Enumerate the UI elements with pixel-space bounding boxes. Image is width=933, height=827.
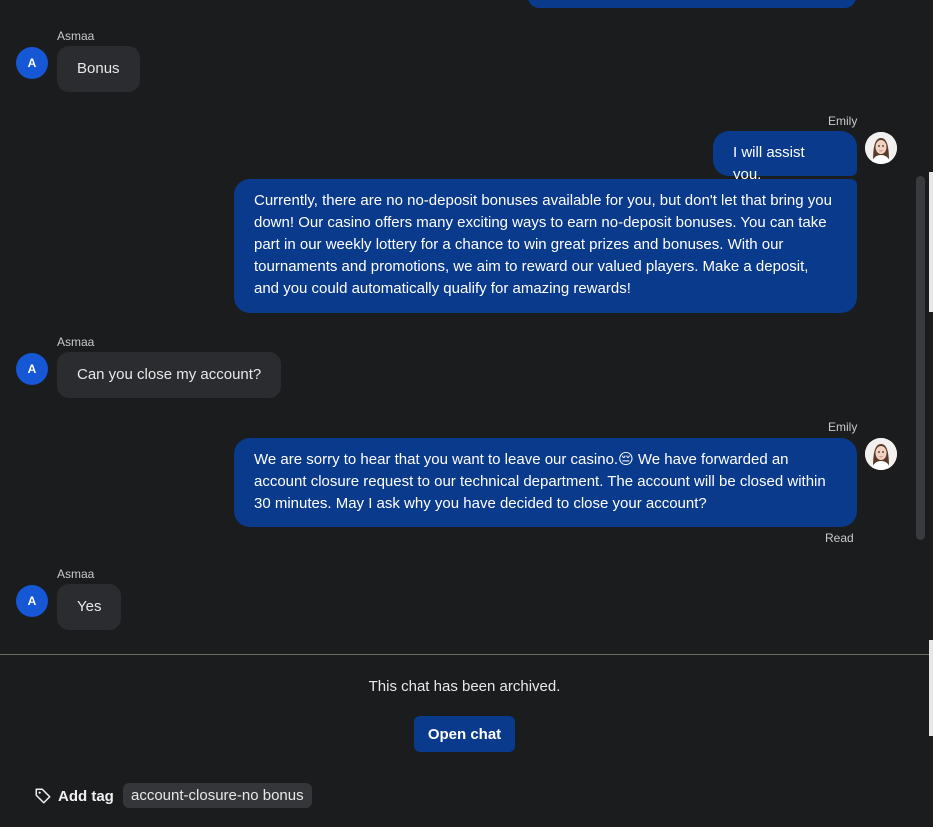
tag-icon bbox=[34, 787, 52, 805]
agent-message: We are sorry to hear that you want to le… bbox=[234, 438, 857, 527]
avatar: A bbox=[16, 47, 48, 79]
open-chat-button[interactable]: Open chat bbox=[414, 716, 515, 752]
sender-name: Asmaa bbox=[57, 567, 95, 581]
agent-photo-icon bbox=[865, 438, 897, 470]
agent-avatar bbox=[865, 438, 897, 470]
visitor-message: Bonus bbox=[57, 46, 140, 92]
chat-transcript: Asmaa A Bonus Emily I will assist you. C… bbox=[0, 0, 933, 827]
sender-name: Emily bbox=[828, 114, 858, 128]
avatar: A bbox=[16, 353, 48, 385]
sender-name: Asmaa bbox=[57, 335, 95, 349]
visitor-message: Can you close my account? bbox=[57, 352, 282, 398]
agent-photo-icon bbox=[865, 132, 897, 164]
agent-message: Currently, there are no no-deposit bonus… bbox=[234, 179, 857, 313]
agent-message: I will assist you. bbox=[713, 131, 857, 183]
read-receipt: Read bbox=[825, 531, 854, 545]
scrollbar[interactable] bbox=[916, 176, 925, 540]
sender-name: Emily bbox=[828, 420, 858, 434]
add-tag-label: Add tag bbox=[58, 787, 114, 805]
adjacent-panel-edge bbox=[929, 640, 933, 736]
add-tag-button[interactable]: Add tag bbox=[34, 784, 114, 808]
adjacent-panel-edge bbox=[929, 172, 933, 312]
avatar: A bbox=[16, 585, 48, 617]
archived-notice: This chat has been archived. bbox=[368, 678, 561, 695]
sender-name: Asmaa bbox=[57, 29, 95, 43]
previous-agent-message bbox=[528, 0, 856, 8]
tag-chip[interactable]: account-closure-no bonus bbox=[123, 783, 312, 808]
divider bbox=[0, 654, 929, 655]
agent-avatar bbox=[865, 132, 897, 164]
visitor-message: Yes bbox=[57, 584, 122, 630]
